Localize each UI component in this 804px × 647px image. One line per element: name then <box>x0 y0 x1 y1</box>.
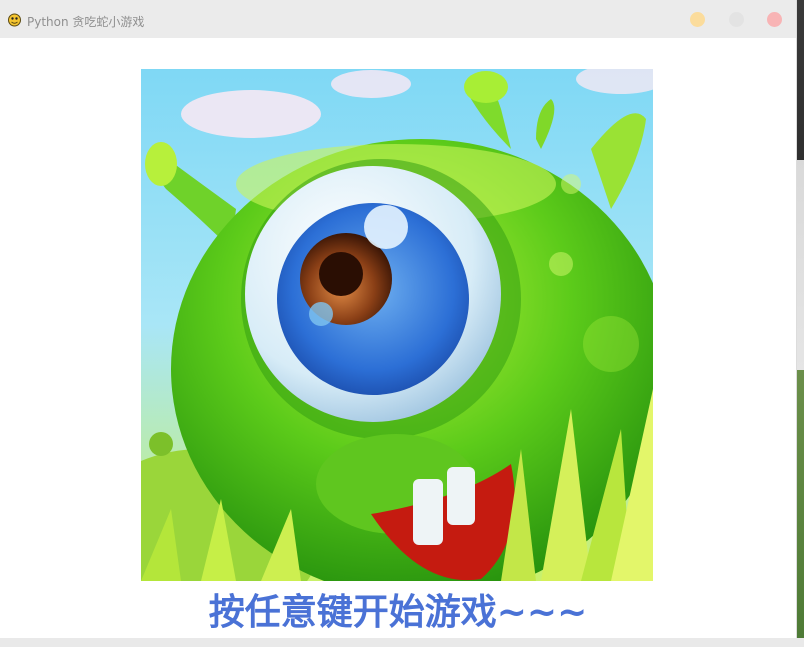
desktop-background-edge <box>796 0 804 647</box>
green-monster-illustration <box>141 69 653 581</box>
game-window: Python 贪吃蛇小游戏 按任意键开始游戏~~~ <box>0 0 796 640</box>
pygame-snake-icon <box>8 13 21 27</box>
title-bar[interactable]: Python 贪吃蛇小游戏 <box>0 0 796 38</box>
close-button[interactable] <box>767 12 782 27</box>
window-bottom-edge <box>0 638 804 647</box>
window-title: Python 贪吃蛇小游戏 <box>27 15 145 29</box>
maximize-button[interactable] <box>729 12 744 27</box>
press-any-key-prompt: 按任意键开始游戏~~~ <box>208 592 588 633</box>
splash-image-green-monster <box>141 69 653 581</box>
minimize-button[interactable] <box>690 12 705 27</box>
